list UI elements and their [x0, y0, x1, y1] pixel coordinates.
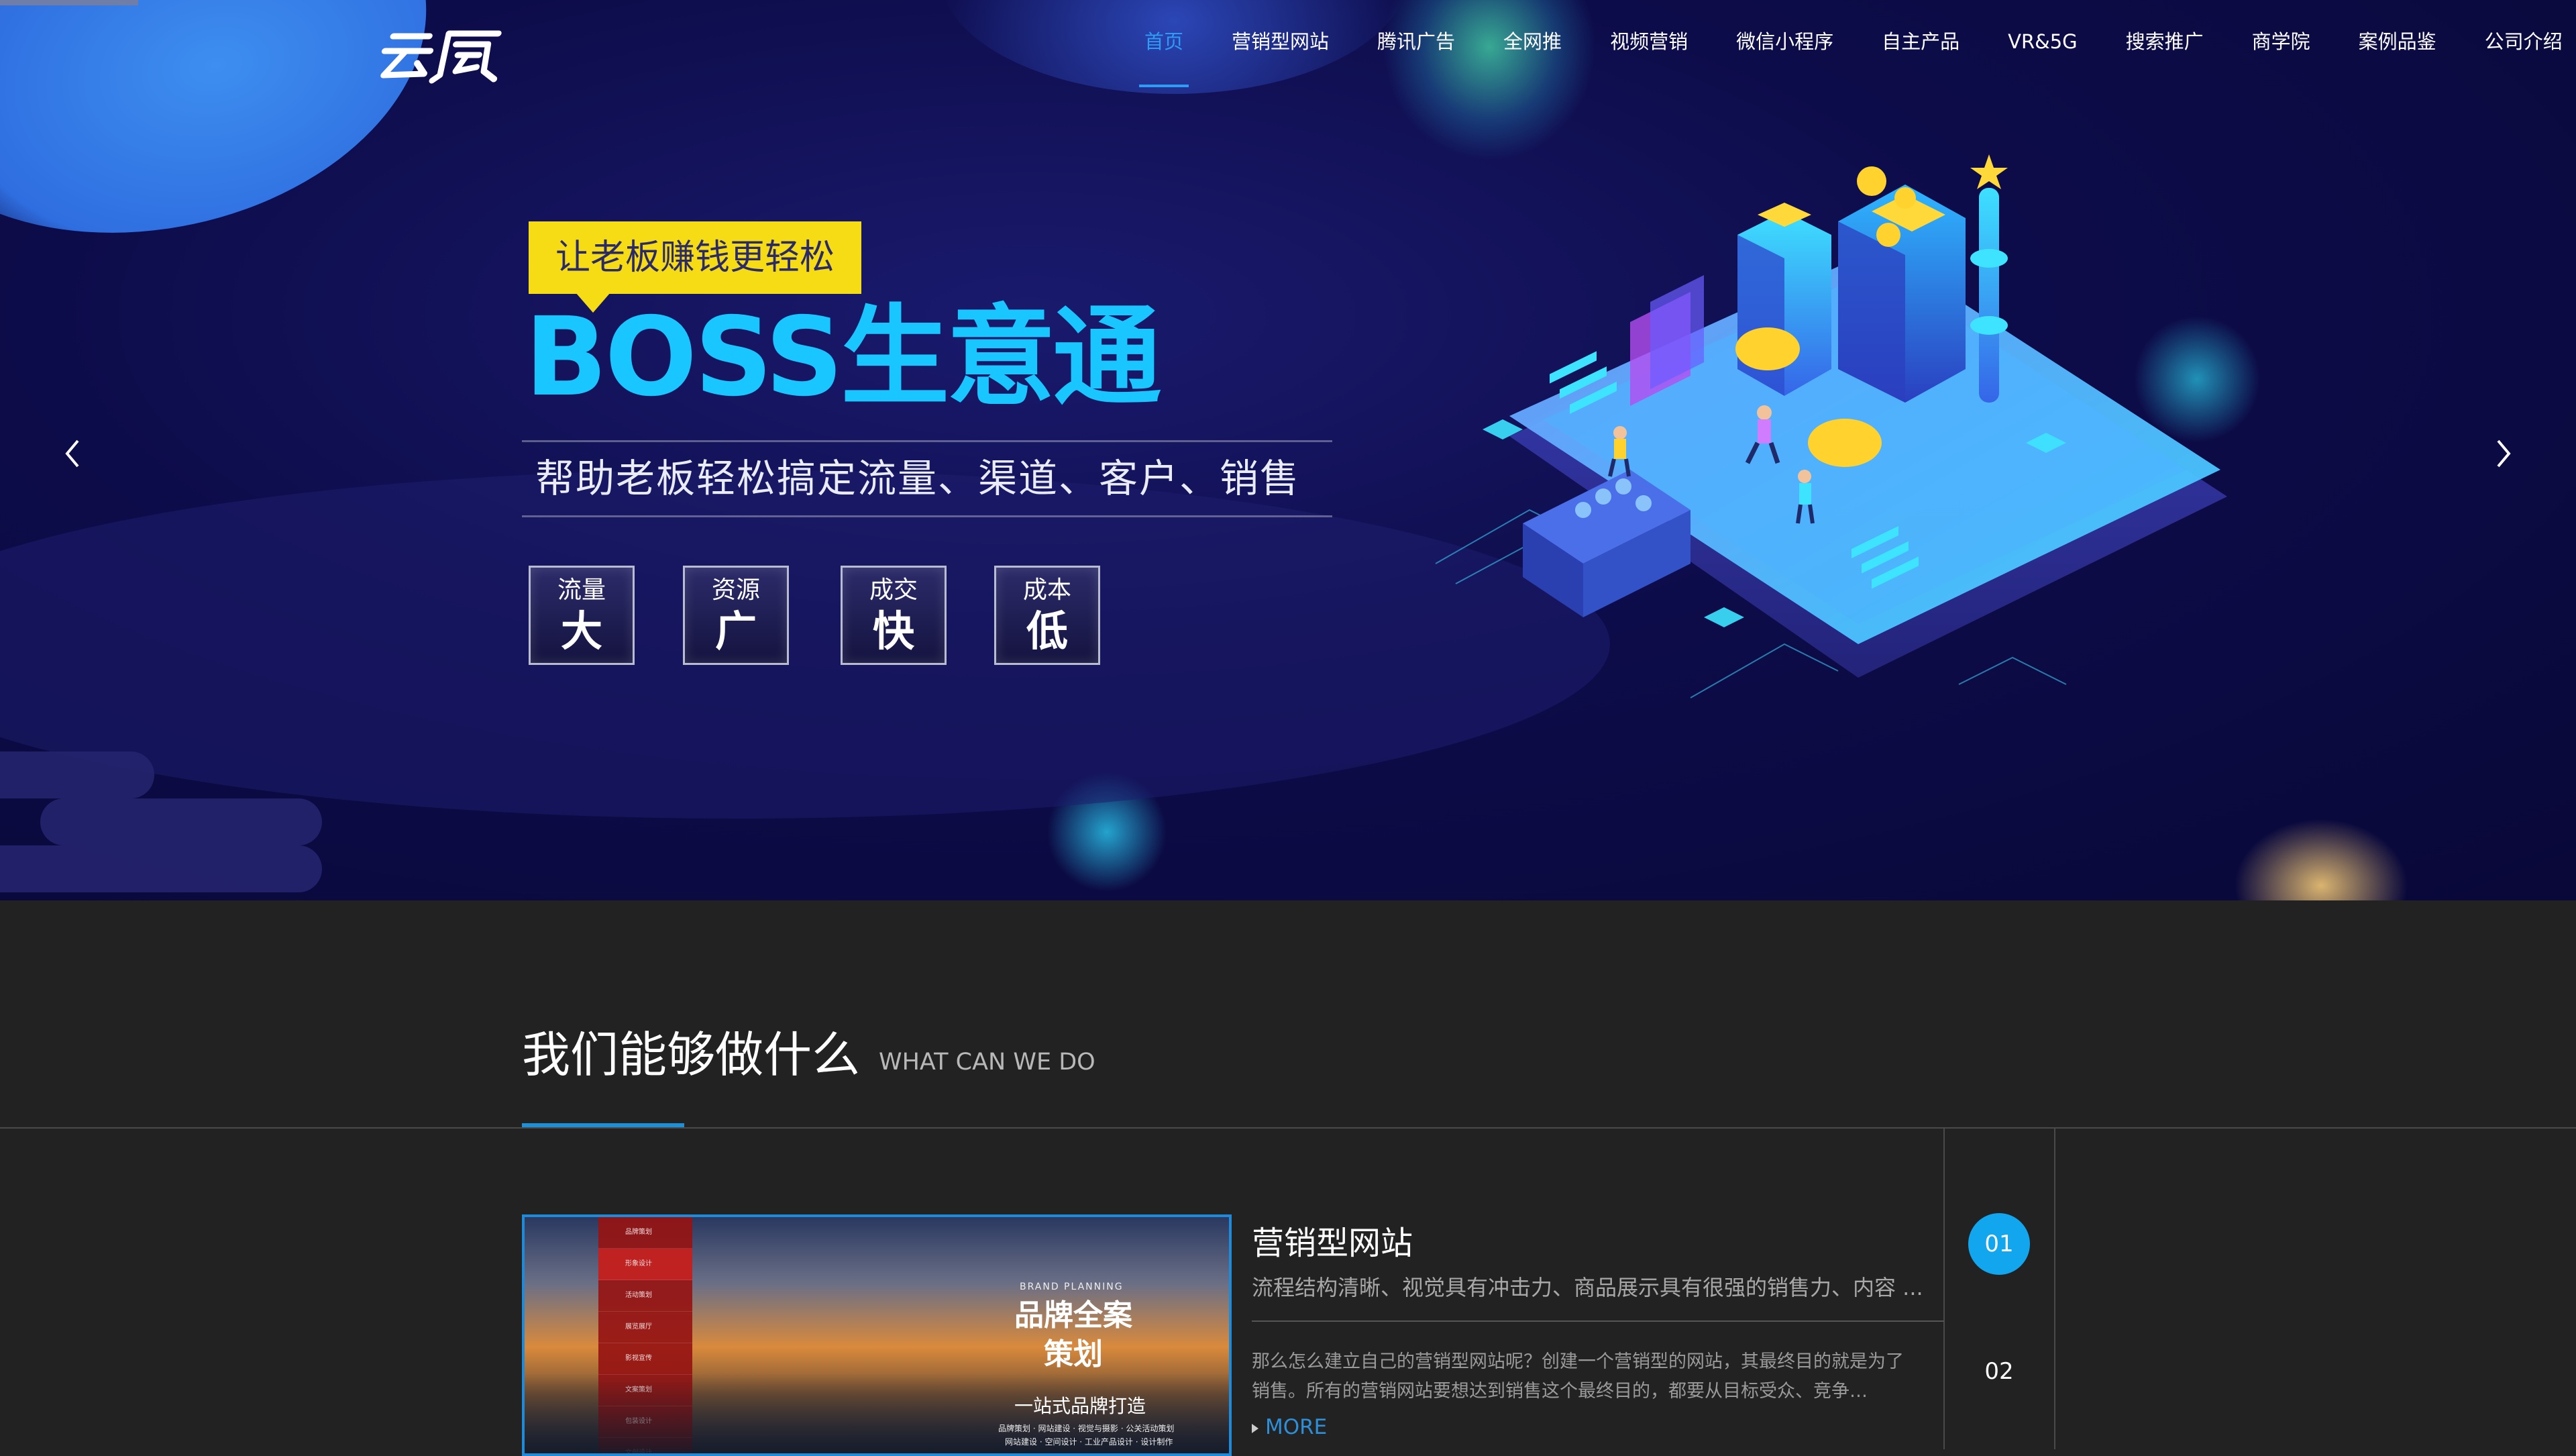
feature-bottom: 大 [560, 607, 602, 656]
hero-banner: 首页 营销型网站 腾讯广告 全网推 视频营销 微信小程序 自主产品 VR&5G 搜索推广 商学院案… [0, 0, 2576, 900]
main-nav: 首页 营销型网站 腾讯广告 全网推 视频营销 微信小程序 自主产品 VR&5G 搜索推广 商学院案… [1120, 0, 2576, 87]
feature-bottom: 广 [714, 607, 757, 656]
logo-mark [380, 30, 502, 84]
service-body: 那么怎么建立自己的营销型网站呢？创建一个营销型的网站，其最终目的就是为了销售。所… [1252, 1351, 1904, 1402]
decor-bar [0, 845, 322, 892]
nav-item[interactable]: 全网推 [1479, 0, 1586, 87]
service-thumbnail[interactable]: 品牌策划形象设计活动策划展览展厅影视宣传文案策划包装设计文创设计 BRAND P… [522, 1214, 1232, 1456]
service-description: 流程结构清晰、视觉具有冲击力、商品展示具有很强的销售力、内容 ... [1252, 1275, 1923, 1300]
pager-item-02[interactable]: 02 [1968, 1341, 2030, 1402]
thumbnail-menu-item: 品牌策划 [598, 1217, 692, 1249]
service-divider [1252, 1320, 1944, 1322]
feature-badge: 资源 广 [683, 566, 789, 665]
chevron-right-icon [2497, 439, 2511, 468]
feature-top: 流量 [557, 576, 606, 604]
divider [522, 440, 1332, 442]
divider [522, 515, 1332, 517]
service-title[interactable]: 营销型网站 [1252, 1220, 1413, 1267]
section-title: 我们能够做什么 [522, 1027, 861, 1083]
nav-item[interactable]: 首页 [1120, 0, 1208, 87]
pager-border [1943, 1127, 1945, 1449]
hero-headline: BOSS生意通 [525, 295, 1161, 421]
thumbnail-small-text: BRAND PLANNING [1020, 1282, 1124, 1292]
pager-item-01[interactable]: 01 [1968, 1213, 2030, 1275]
nav-item[interactable]: VR&5G [1984, 0, 2102, 87]
thumbnail-menu-item: 形象设计 [598, 1249, 692, 1280]
thumbnail-slogan: 一站式品牌打造 [1014, 1395, 1146, 1417]
more-link[interactable]: MORE [1252, 1412, 1327, 1442]
more-label: MORE [1265, 1415, 1328, 1439]
site-logo[interactable] [376, 24, 510, 85]
feature-badge: 成交 快 [841, 566, 947, 665]
thumbnail-menu-item: 展览展厅 [598, 1312, 692, 1343]
nav-item[interactable]: 微信小程序 [1712, 0, 1858, 87]
thumbnail-menu-item: 影视宣传 [598, 1343, 692, 1375]
feature-bottom: 低 [1026, 607, 1068, 656]
nav-item[interactable]: 腾讯广告 [1353, 0, 1479, 87]
thumbnail-caption: 网站建设 · 空间设计 · 工业产品设计 · 设计制作 [1005, 1437, 1173, 1447]
hero-tag: 让老板赚钱更轻松 [529, 221, 861, 294]
decor-blob [2234, 819, 2408, 900]
section-subtitle: WHAT CAN WE DO [879, 1049, 1095, 1076]
feature-top: 资源 [711, 576, 760, 604]
isometric-city-illustration [1435, 154, 2227, 698]
thumbnail-menu-item: 活动策划 [598, 1280, 692, 1312]
feature-badge: 成本 低 [994, 566, 1100, 665]
section-title-underline [522, 1123, 684, 1127]
thumbnail-caption: 品牌策划 · 网站建设 · 视觉与摄影 · 公关活动策划 [998, 1424, 1175, 1433]
top-strip [0, 0, 138, 5]
nav-item[interactable]: 商学院 [2228, 0, 2334, 87]
slider-next-button[interactable] [2462, 413, 2542, 494]
chevron-left-icon [65, 439, 79, 468]
decor-bar [0, 751, 154, 798]
nav-item[interactable]: 公司介绍 [2461, 0, 2576, 87]
feature-badge: 流量 大 [529, 566, 635, 665]
feature-top: 成本 [1022, 576, 1071, 604]
decor-bar [40, 798, 322, 845]
section-divider [0, 1127, 2576, 1129]
nav-item[interactable]: 搜索推广 [2102, 0, 2228, 87]
thumbnail-heading: 品牌全案 策划 [1014, 1298, 1132, 1371]
nav-item[interactable]: 自主产品 [1858, 0, 1984, 87]
feature-bottom: 快 [872, 607, 914, 656]
nav-item[interactable]: 营销型网站 [1208, 0, 1353, 87]
nav-item[interactable]: 视频营销 [1586, 0, 1712, 87]
slider-prev-button[interactable] [34, 413, 114, 494]
decor-wave [0, 470, 1610, 819]
nav-item[interactable]: 案例品鉴 [2334, 0, 2461, 87]
feature-top: 成交 [869, 576, 918, 604]
triangle-right-icon [1252, 1423, 1258, 1433]
hero-subline: 帮助老板轻松搞定流量、渠道、客户、销售 [535, 456, 1301, 501]
pager-border [2054, 1127, 2055, 1449]
